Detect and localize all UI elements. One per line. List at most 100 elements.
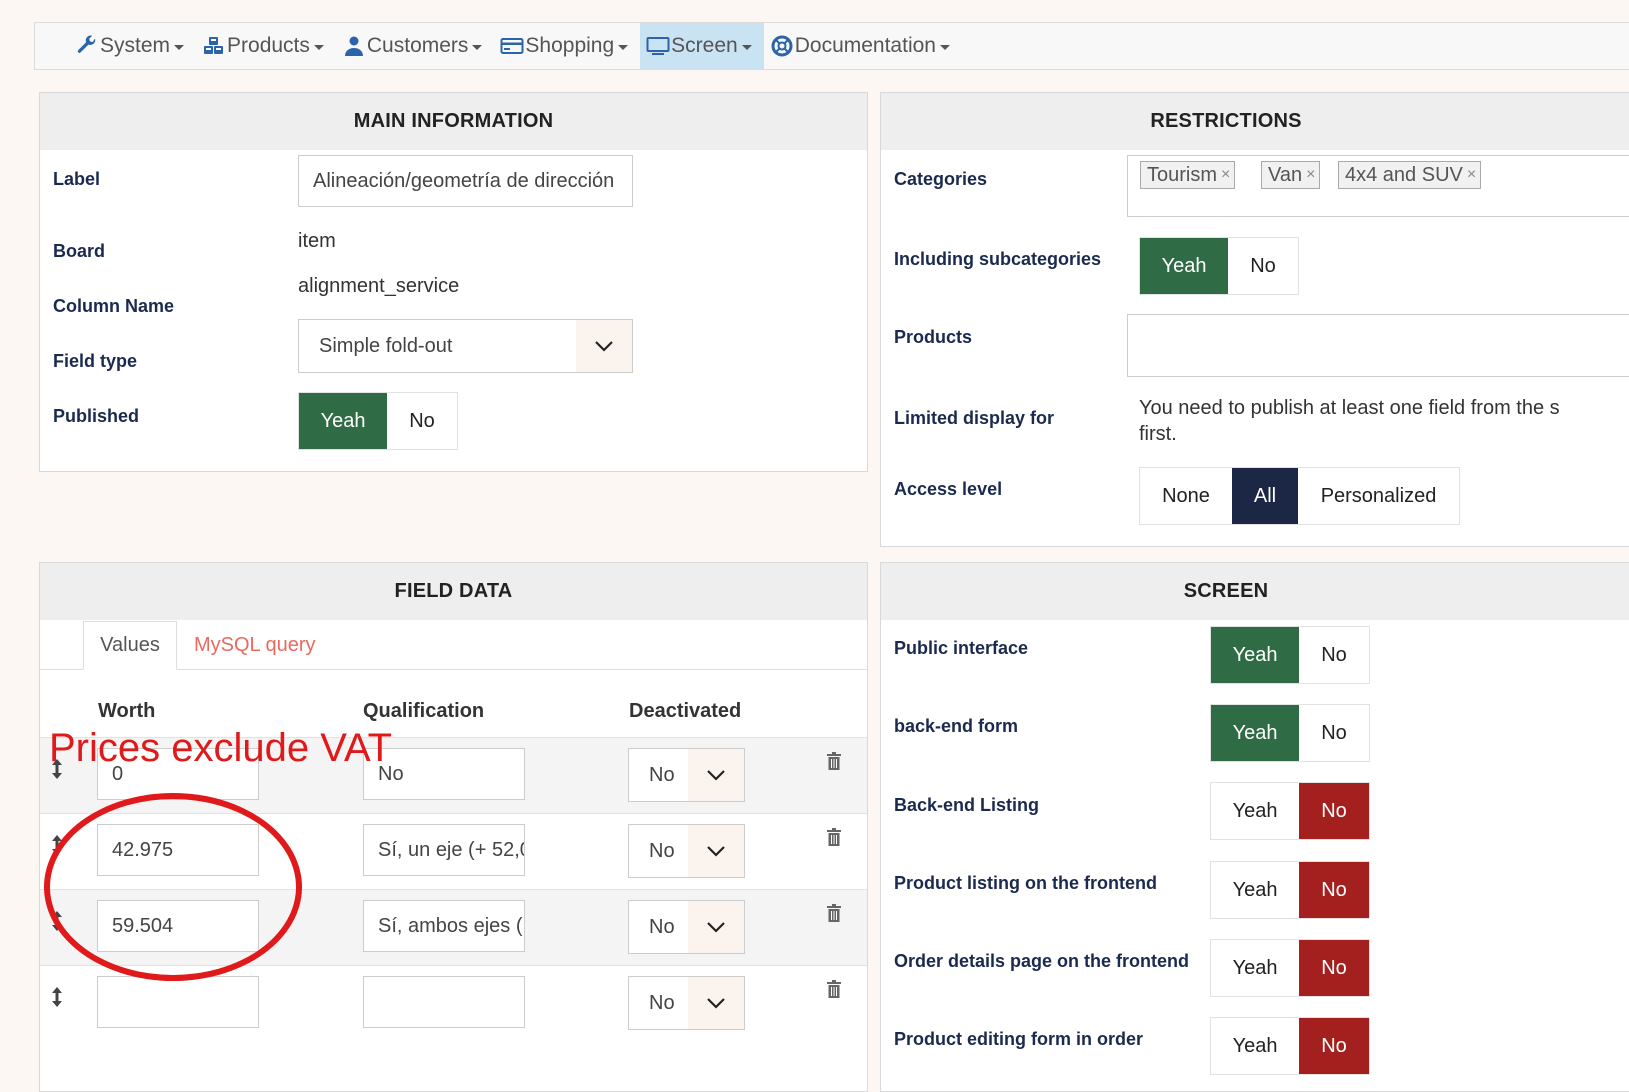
remove-tag-icon[interactable]: × xyxy=(1467,166,1476,184)
categories-label: Categories xyxy=(894,169,988,189)
drag-handle-icon[interactable] xyxy=(50,910,64,932)
table-row: No xyxy=(40,965,867,1041)
wrench-icon xyxy=(75,34,99,58)
nav-system[interactable]: System xyxy=(69,23,196,69)
product-editing-form-no-button[interactable]: No xyxy=(1299,1018,1369,1074)
remove-tag-icon[interactable]: × xyxy=(1306,166,1315,184)
chevron-down-icon xyxy=(688,977,744,1029)
monitor-icon xyxy=(646,34,670,58)
column-name-label: Column Name xyxy=(53,296,175,316)
chevron-down-icon xyxy=(576,320,632,372)
product-listing-frontend-yes-button[interactable]: Yeah xyxy=(1211,862,1299,918)
worth-input[interactable]: 59.504 xyxy=(97,900,259,952)
backend-form-toggle: Yeah No xyxy=(1210,704,1370,762)
nav-shopping-label: Shopping xyxy=(525,34,615,57)
published-toggle: Yeah No xyxy=(298,392,458,450)
trash-icon[interactable] xyxy=(827,828,841,846)
screen-title: SCREEN xyxy=(881,563,1629,620)
table-row: 42.975 Sí, un eje (+ 52,0 No xyxy=(40,813,867,889)
worth-input[interactable] xyxy=(97,976,259,1028)
qualification-input[interactable]: Sí, un eje (+ 52,0 xyxy=(363,824,525,876)
deactivated-select[interactable]: No xyxy=(628,824,745,878)
field-data-title: FIELD DATA xyxy=(40,563,867,620)
worth-column-header: Worth xyxy=(98,700,156,722)
deactivated-select[interactable]: No xyxy=(628,976,745,1030)
limited-display-label: Limited display for xyxy=(894,408,1055,428)
annotation-prices-exclude-vat: Prices exclude VAT xyxy=(49,726,393,770)
restrictions-panel: RESTRICTIONS Categories Tourism × Van × … xyxy=(880,92,1629,547)
products-input[interactable] xyxy=(1127,314,1629,377)
field-type-label: Field type xyxy=(53,351,138,371)
category-tag-label: 4x4 and SUV xyxy=(1345,163,1463,186)
caret-down-icon xyxy=(174,44,185,50)
qualification-input[interactable] xyxy=(363,976,525,1028)
published-no-button[interactable]: No xyxy=(387,393,457,449)
nav-screen-label: Screen xyxy=(671,34,738,57)
deactivated-select[interactable]: No xyxy=(628,748,745,802)
qualification-input[interactable]: Sí, ambos ejes ( xyxy=(363,900,525,952)
tab-values[interactable]: Values xyxy=(83,621,177,670)
trash-icon[interactable] xyxy=(827,904,841,922)
access-level-toggle: None All Personalized xyxy=(1139,467,1460,525)
product-listing-frontend-no-button[interactable]: No xyxy=(1299,862,1369,918)
field-data-tabs: Values MySQL query xyxy=(40,621,867,670)
remove-tag-icon[interactable]: × xyxy=(1221,166,1230,184)
category-tag: Van × xyxy=(1261,161,1321,189)
user-icon xyxy=(342,34,366,58)
subcategories-yes-button[interactable]: Yeah xyxy=(1140,238,1228,294)
main-information-title: MAIN INFORMATION xyxy=(40,93,867,150)
product-listing-frontend-label: Product listing on the frontend xyxy=(894,873,1157,893)
order-details-frontend-no-button[interactable]: No xyxy=(1299,940,1369,996)
drag-handle-icon[interactable] xyxy=(50,834,64,856)
backend-form-no-button[interactable]: No xyxy=(1299,705,1369,761)
nav-customers[interactable]: Customers xyxy=(336,23,495,69)
chevron-down-icon xyxy=(688,825,744,877)
board-label: Board xyxy=(53,241,106,261)
product-editing-form-yes-button[interactable]: Yeah xyxy=(1211,1018,1299,1074)
screen-panel: SCREEN Public interface Yeah No back-end… xyxy=(880,562,1629,1092)
backend-listing-no-button[interactable]: No xyxy=(1299,783,1369,839)
subcategories-no-button[interactable]: No xyxy=(1228,238,1298,294)
caret-down-icon xyxy=(741,44,752,50)
tab-mysql-query[interactable]: MySQL query xyxy=(194,634,316,657)
field-type-select[interactable]: Simple fold-out xyxy=(298,319,633,373)
category-tag: 4x4 and SUV × xyxy=(1338,161,1482,189)
category-tag-label: Van xyxy=(1268,163,1303,186)
nav-products[interactable]: Products xyxy=(196,23,336,69)
backend-form-yes-button[interactable]: Yeah xyxy=(1211,705,1299,761)
deactivated-column-header: Deactivated xyxy=(629,700,742,722)
deactivated-selected: No xyxy=(649,839,675,862)
caret-down-icon xyxy=(472,44,483,50)
access-personalized-button[interactable]: Personalized xyxy=(1298,468,1459,524)
deactivated-selected: No xyxy=(649,763,675,786)
label-field-label: Label xyxy=(53,169,101,189)
restrictions-title: RESTRICTIONS xyxy=(881,93,1629,150)
top-navbar: System Products Customers Shopping Scree… xyxy=(34,22,1629,70)
worth-input[interactable]: 42.975 xyxy=(97,824,259,876)
nav-shopping[interactable]: Shopping xyxy=(494,23,640,69)
trash-icon[interactable] xyxy=(827,752,841,770)
drag-handle-icon[interactable] xyxy=(50,986,64,1008)
label-input[interactable]: Alineación/geometría de dirección xyxy=(298,155,633,207)
trash-icon[interactable] xyxy=(827,980,841,998)
caret-down-icon xyxy=(313,44,324,50)
products-label: Products xyxy=(894,327,973,347)
limited-display-notice-line2: first. xyxy=(1139,423,1177,445)
order-details-frontend-yes-button[interactable]: Yeah xyxy=(1211,940,1299,996)
main-information-panel: MAIN INFORMATION Label Alineación/geomet… xyxy=(39,92,868,472)
public-interface-no-button[interactable]: No xyxy=(1299,627,1369,683)
access-all-button[interactable]: All xyxy=(1232,468,1298,524)
deactivated-select[interactable]: No xyxy=(628,900,745,954)
access-none-button[interactable]: None xyxy=(1140,468,1232,524)
product-editing-form-label: Product editing form in order xyxy=(894,1029,1144,1049)
public-interface-yes-button[interactable]: Yeah xyxy=(1211,627,1299,683)
chevron-down-icon xyxy=(688,749,744,801)
nav-screen[interactable]: Screen xyxy=(640,23,764,69)
published-yes-button[interactable]: Yeah xyxy=(299,393,387,449)
nav-documentation[interactable]: Documentation xyxy=(764,23,962,69)
limited-display-notice-line1: You need to publish at least one field f… xyxy=(1139,397,1560,419)
backend-listing-yes-button[interactable]: Yeah xyxy=(1211,783,1299,839)
field-type-selected: Simple fold-out xyxy=(319,334,453,357)
qualification-column-header: Qualification xyxy=(363,700,485,722)
categories-multiselect[interactable]: Tourism × Van × 4x4 and SUV × xyxy=(1127,155,1629,217)
